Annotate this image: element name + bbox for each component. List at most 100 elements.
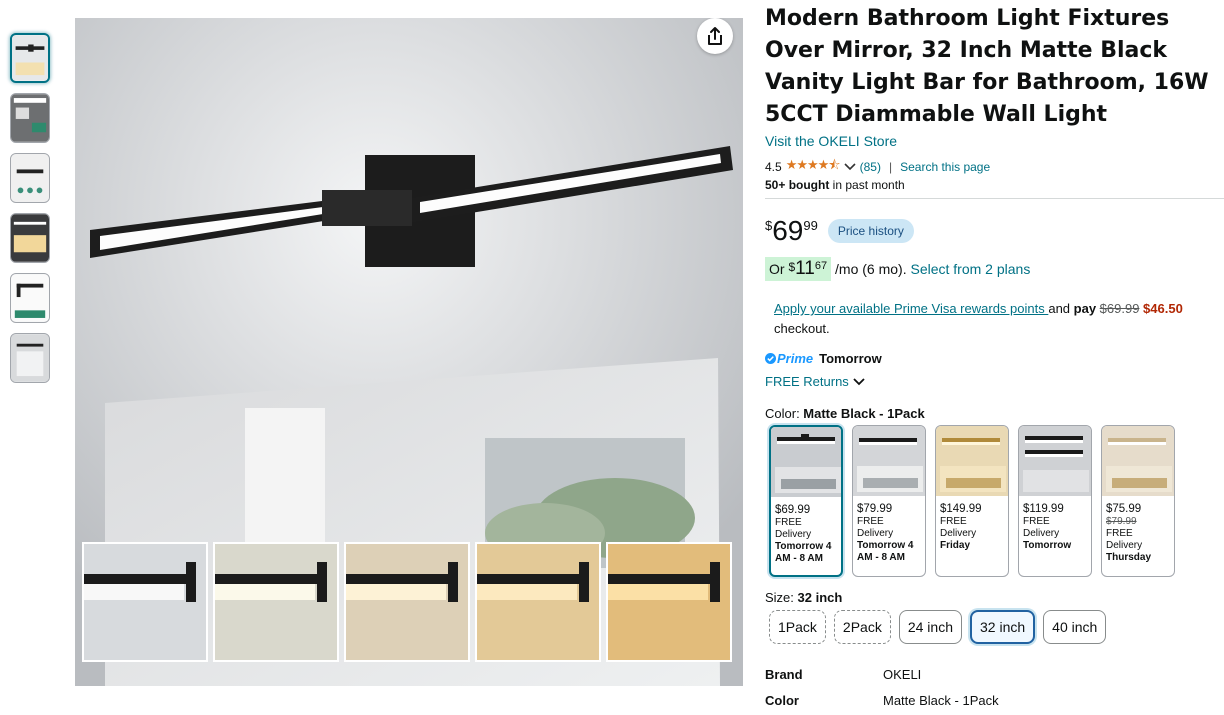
store-link[interactable]: Visit the OKELI Store (765, 133, 897, 149)
swatch-info: $79.99 FREE Delivery Tomorrow 4 AM - 8 A… (853, 496, 925, 564)
light-tone-tile (475, 542, 601, 662)
separator: | (888, 160, 893, 174)
swatch-price: $79.99 (857, 503, 893, 515)
price-block: $ 69 99 Price history (765, 216, 914, 246)
prime-visa-link[interactable]: Apply your available Prime Visa rewards … (774, 301, 1048, 316)
size-option-2pack[interactable]: 2Pack (833, 610, 891, 644)
thumbnail-2[interactable] (10, 93, 50, 143)
rating-value: 4.5 (765, 160, 782, 174)
divider (765, 198, 1224, 199)
thumbnail-3[interactable] (10, 153, 50, 203)
color-label-prefix: Color: (765, 406, 804, 421)
swatch-old-price: $79.99 (1106, 516, 1137, 527)
size-option-1pack[interactable]: 1Pack (769, 610, 826, 644)
swatch-price: $149.99 (940, 503, 982, 515)
chevron-down-icon[interactable] (853, 377, 865, 386)
visa-old-price: $69.99 (1099, 301, 1140, 316)
color-label: Color: Matte Black - 1Pack (765, 406, 925, 421)
swatch-when: Friday (940, 540, 971, 551)
rating-count-link[interactable]: (85) (860, 160, 881, 174)
visa-and: and (1048, 301, 1074, 316)
thumbnail-1[interactable] (10, 33, 50, 83)
swatch-delivery: FREE Delivery (775, 517, 812, 540)
light-tone-tile (344, 542, 470, 662)
swatch-delivery: FREE Delivery (940, 516, 977, 539)
thumbnail-4[interactable] (10, 213, 50, 263)
swatch-delivery: FREE Delivery (857, 516, 894, 539)
price-whole: 69 (772, 215, 804, 246)
swatch-price: $119.99 (1023, 503, 1064, 515)
price-history-button[interactable]: Price history (827, 219, 914, 243)
check-icon (765, 353, 776, 364)
product-title: Modern Bathroom Light Fixtures Over Mirr… (765, 6, 1209, 127)
swatch-when: Thursday (1106, 552, 1152, 563)
prime-visa-offer: Apply your available Prime Visa rewards … (774, 299, 1224, 339)
spec-value: Matte Black - 1Pack (883, 692, 999, 708)
search-page-link[interactable]: Search this page (900, 160, 990, 174)
swatch-info: $69.99 FREE Delivery Tomorrow 4 AM - 8 A… (771, 497, 841, 565)
product-specs-table: Brand OKELI Color Matte Black - 1Pack (765, 661, 999, 713)
size-options: 1Pack 2Pack 24 inch 32 inch 40 inch (769, 610, 1107, 644)
prime-badge: Prime (765, 351, 813, 366)
size-label-prefix: Size: (765, 590, 798, 605)
swatch-info: $75.99 $79.99 FREE Delivery Thursday (1102, 496, 1174, 564)
share-button[interactable] (697, 18, 733, 54)
color-swatch-option-2[interactable]: $79.99 FREE Delivery Tomorrow 4 AM - 8 A… (852, 425, 926, 577)
prime-label: Prime (777, 351, 814, 366)
spec-key: Color (765, 692, 799, 708)
light-temperature-strip (82, 542, 732, 662)
color-swatch-option-4[interactable]: $119.99 FREE Delivery Tomorrow (1018, 425, 1092, 577)
spec-row: Color Matte Black - 1Pack (765, 687, 999, 713)
thumbnail-5[interactable] (10, 273, 50, 323)
bought-count-rest: in past month (829, 178, 905, 192)
star-rating-icon[interactable]: ★★★★⯪ (786, 156, 841, 178)
spec-value: OKELI (883, 666, 922, 682)
size-option-24-inch[interactable]: 24 inch (898, 610, 962, 644)
main-product-image[interactable] (75, 18, 743, 686)
visa-new-price: $46.50 (1139, 301, 1183, 316)
swatch-image (853, 426, 925, 496)
swatch-when: Tomorrow (1023, 540, 1072, 551)
visa-checkout: checkout. (774, 321, 830, 336)
color-swatch-option-5[interactable]: $75.99 $79.99 FREE Delivery Thursday (1101, 425, 1175, 577)
thumbnail-list (10, 33, 52, 393)
chevron-down-icon[interactable] (844, 163, 856, 171)
color-swatch-matte-black-1pack[interactable]: $69.99 FREE Delivery Tomorrow 4 AM - 8 A… (769, 425, 843, 577)
swatch-info: $149.99 FREE Delivery Friday (936, 496, 1008, 552)
monthly-badge: Or $ 11 67 (765, 257, 832, 281)
swatch-image (1019, 426, 1091, 496)
light-tone-tile (606, 542, 732, 662)
price-fraction: 99 (803, 218, 818, 233)
monthly-symbol: $ (788, 260, 796, 274)
spec-row: Brand OKELI (765, 661, 999, 687)
monthly-payment: Or $ 11 67 /mo (6 mo). Select from 2 pla… (765, 257, 1030, 281)
swatch-price: $75.99 (1106, 503, 1142, 515)
light-tone-tile (213, 542, 339, 662)
spec-key: Brand (765, 666, 803, 682)
bought-count-bold: 50+ bought (765, 178, 830, 192)
color-swatches: $69.99 FREE Delivery Tomorrow 4 AM - 8 A… (769, 425, 1175, 577)
prime-delivery: Prime Tomorrow (765, 351, 882, 366)
free-returns-label[interactable]: FREE Returns (765, 374, 849, 389)
swatch-delivery: FREE Delivery (1023, 516, 1060, 539)
color-swatch-option-3[interactable]: $149.99 FREE Delivery Friday (935, 425, 1009, 577)
monthly-whole: 11 (795, 258, 815, 279)
swatch-info: $119.99 FREE Delivery Tomorrow (1019, 496, 1091, 552)
size-option-40-inch[interactable]: 40 inch (1043, 610, 1107, 644)
monthly-suffix: /mo (6 mo). (831, 261, 911, 277)
light-tone-tile (82, 542, 208, 662)
share-icon (708, 27, 722, 45)
size-option-32-inch[interactable]: 32 inch (970, 610, 1036, 644)
swatch-image (936, 426, 1008, 496)
select-plans-link[interactable]: Select from 2 plans (910, 261, 1030, 277)
thumbnail-6[interactable] (10, 333, 50, 383)
delivery-when: Tomorrow (819, 351, 882, 366)
size-selected: 32 inch (797, 590, 843, 605)
monthly-prefix: Or (769, 261, 789, 277)
swatch-when: Tomorrow 4 AM - 8 AM (857, 540, 914, 563)
price-symbol: $ (765, 218, 773, 233)
swatch-price: $69.99 (775, 504, 811, 516)
visa-pay: pay (1073, 301, 1100, 316)
free-returns[interactable]: FREE Returns (765, 374, 865, 389)
swatch-image (1102, 426, 1174, 496)
